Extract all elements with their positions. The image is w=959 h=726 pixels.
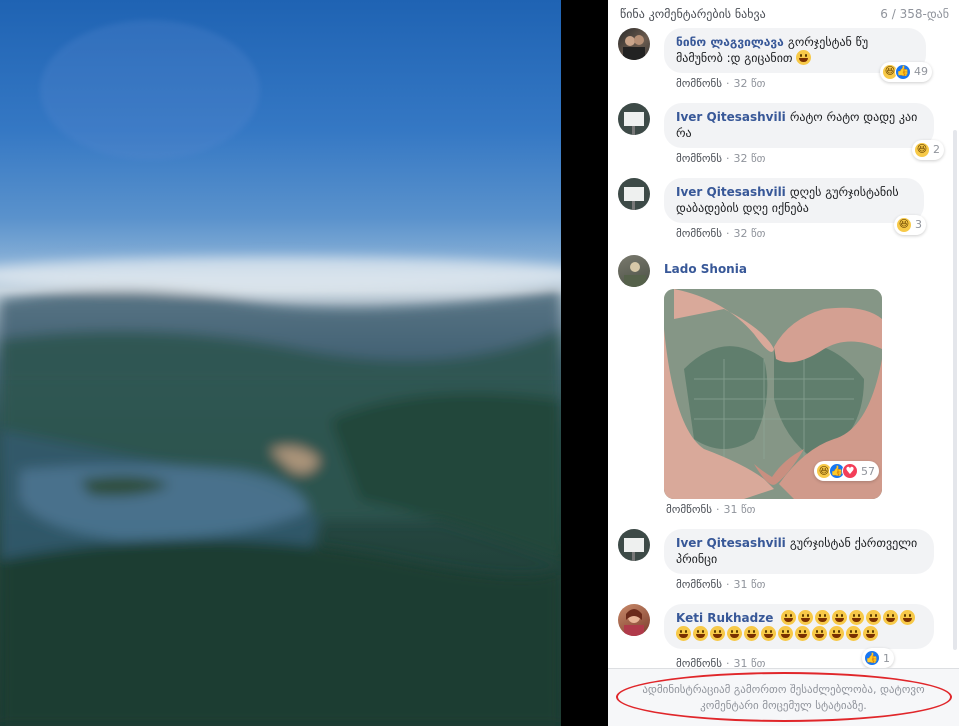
- laughing-emoji-icon: [849, 610, 865, 625]
- comment-timestamp[interactable]: 32 წთ: [733, 77, 765, 90]
- comments-header: წინა კომენტარების ნახვა 6 / 358-დან: [608, 0, 959, 28]
- comment-author[interactable]: Iver Qitesashvili: [676, 536, 786, 550]
- laughing-emoji-icon: [693, 626, 708, 641]
- laughing-emoji-icon: [727, 626, 742, 641]
- laughing-emoji-icon: [815, 610, 831, 625]
- comment-timestamp[interactable]: 31 წთ: [723, 503, 755, 516]
- meta-separator: ·: [725, 578, 730, 591]
- laughing-emoji-icon: [795, 626, 810, 641]
- comment-author[interactable]: Lado Shonia: [664, 262, 747, 276]
- reaction-summary[interactable]: 😆 2: [912, 140, 944, 160]
- meta-separator: ·: [715, 503, 720, 516]
- comment-bubble: Iver Qitesashvili გურჯისტან ქართველი პრინ…: [664, 529, 934, 574]
- viewer-gap: [561, 0, 608, 726]
- laughing-emoji-icon: [900, 610, 916, 625]
- laughing-emoji-icon: [866, 610, 882, 625]
- comment-item: ნინო ლაგვილავა გორჯესტან წუ მამუნობ :დ გი…: [618, 28, 959, 91]
- comment-item: Lado Shonia 😆 👍 ♥ 57 მომწონს · 31 წთ: [618, 255, 959, 517]
- reaction-summary[interactable]: 😆 3: [894, 215, 926, 235]
- avatar[interactable]: [618, 103, 650, 135]
- laughing-emoji-icon: [798, 610, 814, 625]
- comment-meta: მომწონს · 31 წთ: [666, 503, 959, 517]
- like-button[interactable]: მომწონს: [666, 503, 712, 516]
- comment-item: Keti Rukhadze 👍 1 მომწონს · 31 წთ: [618, 604, 959, 671]
- laughing-emoji-icon: [832, 610, 848, 625]
- meta-separator: ·: [725, 152, 730, 165]
- avatar[interactable]: [618, 604, 650, 636]
- reaction-count: 3: [915, 218, 922, 231]
- laughing-emoji-icon: [812, 626, 827, 641]
- comments-disabled-note: ადმინისტრაციამ გამორთო შესაძლებლობა, დატ…: [608, 668, 959, 726]
- meta-separator: ·: [725, 227, 730, 240]
- avatar[interactable]: [618, 28, 650, 60]
- avatar-sign-icon: [624, 187, 644, 210]
- comment-counter: 6 / 358-დან: [880, 7, 949, 21]
- landscape-photo: [0, 20, 561, 726]
- reaction-count: 49: [914, 65, 928, 78]
- comment-timestamp[interactable]: 32 წთ: [733, 152, 765, 165]
- laughing-emoji-icon: [710, 626, 725, 641]
- avatar-photo-icon: [623, 35, 645, 60]
- comment-meta: მომწონს · 31 წთ: [676, 578, 959, 592]
- comment-item: Iver Qitesashvili რატო რატო დადე კაი რა 😆…: [618, 103, 959, 166]
- previous-comments-link[interactable]: წინა კომენტარების ნახვა: [620, 7, 766, 21]
- laughing-emoji-icon: [883, 610, 899, 625]
- grinning-emoji-icon: [796, 50, 812, 65]
- reaction-summary[interactable]: 👍 1: [862, 648, 894, 668]
- laughing-emoji-icon: [744, 626, 759, 641]
- laughing-emoji-icon: [676, 626, 691, 641]
- laughing-emoji-icon: [781, 610, 797, 625]
- laughing-emoji-icon: [863, 626, 878, 641]
- laughing-emoji-icon: [846, 626, 861, 641]
- laughing-emoji-icon: [761, 626, 776, 641]
- laughing-emoji-icon: [778, 626, 793, 641]
- haha-reaction-icon: 😆: [914, 142, 930, 158]
- avatar-sign-icon: [624, 112, 644, 135]
- avatar[interactable]: [618, 529, 650, 561]
- avatar-photo-icon: [624, 609, 644, 636]
- comment-timestamp[interactable]: 31 წთ: [733, 578, 765, 591]
- like-reaction-icon: 👍: [864, 650, 880, 666]
- comment-timestamp[interactable]: 32 წთ: [733, 227, 765, 240]
- reaction-count: 2: [933, 143, 940, 156]
- comment-item: Iver Qitesashvili დღეს გურჯისტანის დაბადე…: [618, 178, 959, 241]
- love-reaction-icon: ♥: [842, 463, 858, 479]
- laughing-emoji-icon: [829, 626, 844, 641]
- avatar-photo-icon: [624, 262, 646, 287]
- like-button[interactable]: მომწონს: [676, 227, 722, 240]
- avatar[interactable]: [618, 178, 650, 210]
- comment-bubble: ნინო ლაგვილავა გორჯესტან წუ მამუნობ :დ გი…: [664, 28, 932, 82]
- comment-author[interactable]: ნინო ლაგვილავა: [676, 35, 784, 49]
- comment-author[interactable]: Keti Rukhadze: [676, 611, 773, 625]
- like-reaction-icon: 👍: [895, 64, 911, 80]
- comment-bubble: Keti Rukhadze: [664, 604, 934, 649]
- scrollbar[interactable]: [953, 130, 957, 650]
- comment-author[interactable]: Iver Qitesashvili: [676, 110, 786, 124]
- comment-bubble: Iver Qitesashvili რატო რატო დადე კაი რა 😆…: [664, 103, 944, 160]
- like-button[interactable]: მომწონს: [676, 77, 722, 90]
- reaction-count: 57: [861, 464, 875, 478]
- reaction-count: 1: [883, 651, 890, 665]
- haha-reaction-icon: 😆: [896, 217, 912, 233]
- comment-item: Iver Qitesashvili გურჯისტან ქართველი პრინ…: [618, 529, 959, 592]
- reaction-summary[interactable]: 😆 👍 ♥ 57: [814, 461, 879, 481]
- comment-bubble: Iver Qitesashvili დღეს გურჯისტანის დაბადე…: [664, 178, 926, 235]
- avatar-sign-icon: [624, 538, 644, 561]
- comment-author[interactable]: Iver Qitesashvili: [676, 185, 786, 199]
- avatar[interactable]: [618, 255, 650, 287]
- comments-panel: წინა კომენტარების ნახვა 6 / 358-დან ნინო…: [608, 0, 959, 726]
- photo-viewer[interactable]: [0, 0, 561, 726]
- like-button[interactable]: მომწონს: [676, 152, 722, 165]
- reaction-summary[interactable]: 😆 👍 49: [880, 62, 932, 82]
- comments-disabled-text: ადმინისტრაციამ გამორთო შესაძლებლობა, დატ…: [642, 682, 925, 712]
- like-button[interactable]: მომწონს: [676, 578, 722, 591]
- meta-separator: ·: [725, 77, 730, 90]
